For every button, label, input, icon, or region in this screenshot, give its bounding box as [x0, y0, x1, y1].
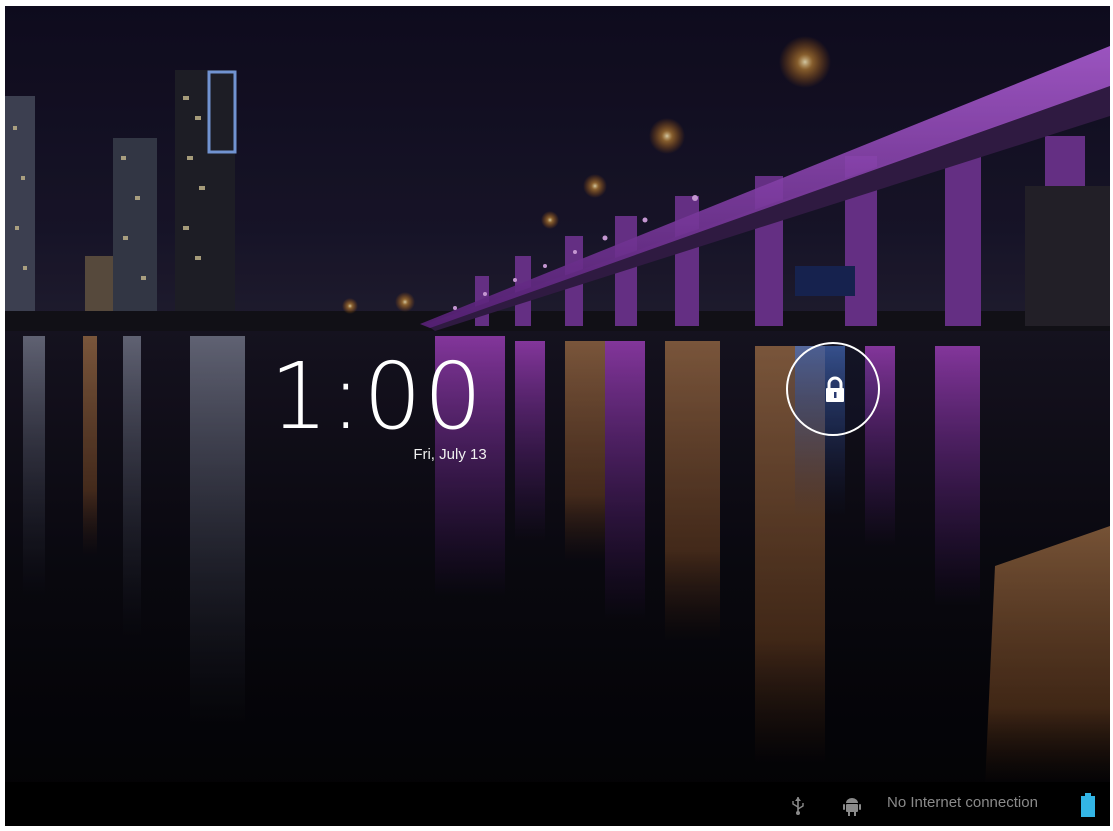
usb-icon: [792, 797, 804, 815]
status-bar: No Internet connection: [5, 782, 1110, 826]
android-debug-icon: [843, 798, 861, 816]
lock-screen: 1:00 Fri, July 13 No Internet connection: [5, 6, 1110, 826]
city-bridge-wallpaper: [5, 6, 1110, 826]
no-internet-text: No Internet connection: [887, 794, 1038, 811]
battery-icon: [1081, 793, 1095, 817]
unlock-ring[interactable]: [786, 342, 880, 436]
lock-icon: [826, 376, 844, 402]
lock-date: Fri, July 13: [413, 446, 487, 463]
lock-clock: 1:00: [269, 343, 485, 450]
